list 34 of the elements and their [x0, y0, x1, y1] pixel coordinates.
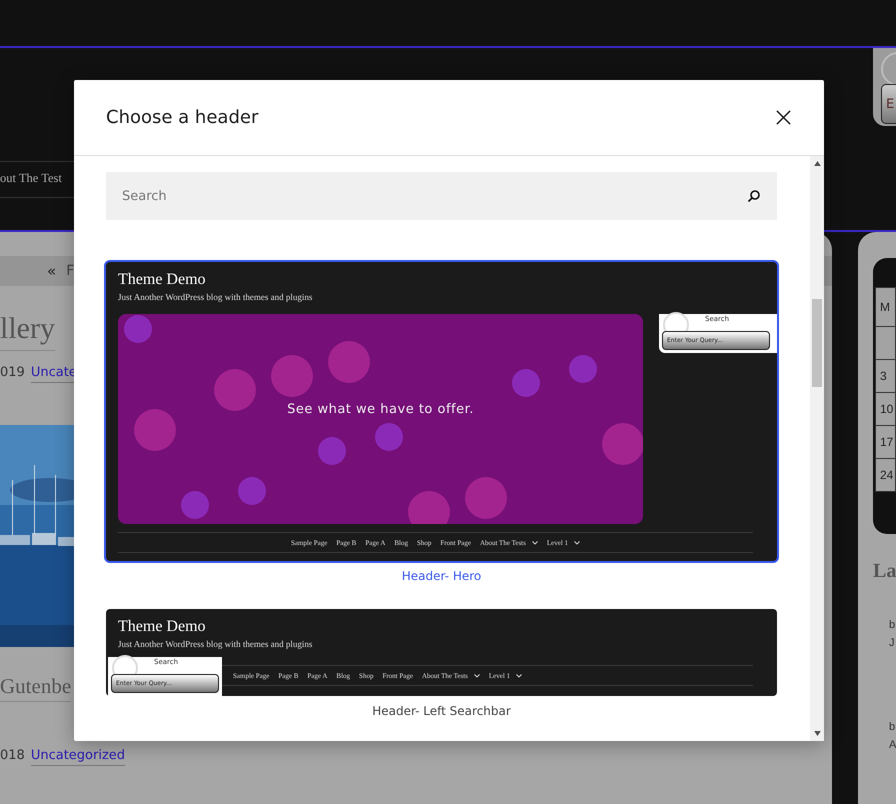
chevron-icon[interactable]: [574, 540, 580, 544]
post-meta: b: [889, 619, 896, 631]
site-tagline: Just Another WordPress blog with themes and plugins: [118, 639, 314, 649]
post-meta: b: [889, 721, 896, 733]
widget-title: La: [873, 560, 896, 583]
option-caption[interactable]: Header- Hero: [402, 569, 482, 583]
post-date: 019: [0, 364, 25, 382]
scroll-down-icon[interactable]: [814, 731, 820, 736]
site-title: Theme Demo: [118, 271, 207, 289]
calendar-day[interactable]: 3: [875, 359, 896, 393]
weekday-header: M: [875, 287, 896, 327]
scrollbar[interactable]: [810, 156, 824, 741]
calendar-day[interactable]: 17: [875, 425, 896, 459]
post-meta: A: [889, 739, 896, 751]
scrollbar-thumb[interactable]: [812, 299, 822, 387]
widget-button[interactable]: E: [881, 84, 896, 124]
hero-text: See what we have to offer.: [286, 402, 475, 417]
category-link[interactable]: Uncategorized: [30, 748, 126, 766]
close-icon[interactable]: [775, 109, 792, 126]
site-title: Theme Demo: [118, 618, 207, 636]
chevron-icon[interactable]: [474, 674, 480, 678]
site-tagline: Just Another WordPress blog with themes and plugins: [118, 292, 314, 302]
scroll-up-icon[interactable]: [814, 161, 820, 166]
option-caption[interactable]: Header- Left Searchbar: [372, 704, 511, 718]
calendar-day[interactable]: 10: [875, 392, 896, 426]
post-date: 018: [0, 748, 25, 765]
post-meta: J: [889, 637, 894, 649]
calendar-day[interactable]: 24: [875, 458, 896, 492]
chevron-icon[interactable]: [516, 674, 522, 678]
dialog-title: Choose a header: [106, 107, 258, 128]
search-field[interactable]: Search: [106, 172, 777, 220]
previous-link[interactable]: «: [47, 262, 56, 280]
search-icon[interactable]: [747, 189, 761, 203]
chevron-icon[interactable]: [532, 540, 538, 544]
